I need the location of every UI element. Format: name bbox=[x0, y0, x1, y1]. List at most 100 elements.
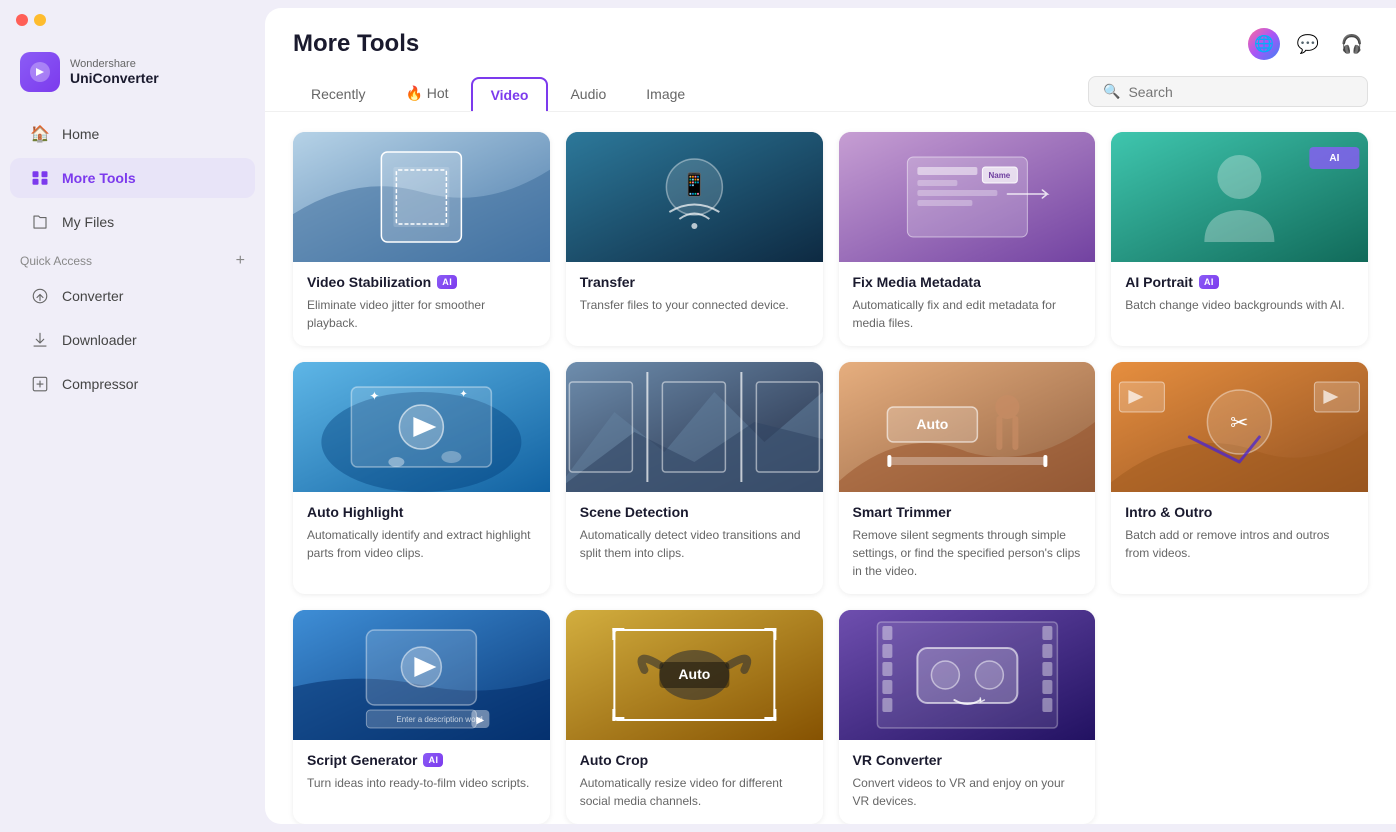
card-body-smart-trimmer: Smart Trimmer Remove silent segments thr… bbox=[839, 492, 1096, 594]
sidebar-item-home[interactable]: 🏠 Home bbox=[10, 114, 255, 154]
card-thumbnail-auto-crop: Auto bbox=[566, 610, 823, 740]
svg-text:✦: ✦ bbox=[369, 389, 379, 403]
card-desc-intro-outro: Batch add or remove intros and outros fr… bbox=[1125, 526, 1354, 562]
titlebar bbox=[0, 0, 265, 40]
search-bar: 🔍 bbox=[1088, 76, 1368, 107]
card-auto-highlight[interactable]: ✦ ✦ Auto Highlight Automatically identif… bbox=[293, 362, 550, 594]
card-thumbnail-smart-trimmer: Auto bbox=[839, 362, 1096, 492]
ai-badge-portrait: AI bbox=[1199, 275, 1219, 289]
files-icon bbox=[30, 212, 50, 232]
traffic-lights bbox=[16, 14, 46, 26]
sidebar-item-my-files[interactable]: My Files bbox=[10, 202, 255, 242]
tab-image[interactable]: Image bbox=[628, 78, 703, 110]
cards-grid: Video Stabilization AI Eliminate video j… bbox=[293, 132, 1368, 824]
card-desc-vr-converter: Convert videos to VR and enjoy on your V… bbox=[853, 774, 1082, 810]
main-header: More Tools 🌐 💬 🎧 bbox=[265, 8, 1396, 60]
svg-text:Auto: Auto bbox=[916, 416, 948, 432]
card-desc-auto-crop: Automatically resize video for different… bbox=[580, 774, 809, 810]
tab-audio[interactable]: Audio bbox=[552, 78, 624, 110]
card-thumbnail-ai-portrait: AI bbox=[1111, 132, 1368, 262]
svg-text:Enter a description word: Enter a description word bbox=[396, 715, 482, 724]
add-quick-access-button[interactable]: + bbox=[236, 252, 245, 270]
card-thumbnail-transfer: 📱 bbox=[566, 132, 823, 262]
card-auto-crop[interactable]: Auto Auto Crop Automatically resize vide… bbox=[566, 610, 823, 824]
sidebar-item-label-converter: Converter bbox=[62, 288, 123, 304]
card-desc-ai-portrait: Batch change video backgrounds with AI. bbox=[1125, 296, 1354, 314]
card-body-vr-converter: VR Converter Convert videos to VR and en… bbox=[839, 740, 1096, 824]
tabs-bar: Recently 🔥 Hot Video Audio Image 🔍 bbox=[265, 60, 1396, 112]
card-smart-trimmer[interactable]: Auto Smart Trimmer Remove silent segment… bbox=[839, 362, 1096, 594]
card-thumbnail-intro-outro: ✂ bbox=[1111, 362, 1368, 492]
svg-text:Auto: Auto bbox=[678, 666, 710, 682]
avatar[interactable]: 🌐 bbox=[1248, 28, 1280, 60]
sidebar: Wondershare UniConverter 🏠 Home More Too… bbox=[0, 0, 265, 832]
card-desc-scene-detection: Automatically detect video transitions a… bbox=[580, 526, 809, 562]
card-title-auto-crop: Auto Crop bbox=[580, 752, 809, 768]
downloader-icon bbox=[30, 330, 50, 350]
card-thumbnail-fix-media-metadata: Name bbox=[839, 132, 1096, 262]
sidebar-item-more-tools[interactable]: More Tools bbox=[10, 158, 255, 198]
card-title-video-stabilization: Video Stabilization AI bbox=[307, 274, 536, 290]
card-scene-detection[interactable]: Scene Detection Automatically detect vid… bbox=[566, 362, 823, 594]
card-intro-outro[interactable]: ✂ Intro & Outro Batch add or remove bbox=[1111, 362, 1368, 594]
card-desc-transfer: Transfer files to your connected device. bbox=[580, 296, 809, 314]
card-desc-script-generator: Turn ideas into ready-to-film video scri… bbox=[307, 774, 536, 792]
tab-recently[interactable]: Recently bbox=[293, 78, 383, 110]
ai-badge: AI bbox=[437, 275, 457, 289]
card-body-video-stabilization: Video Stabilization AI Eliminate video j… bbox=[293, 262, 550, 346]
card-title-transfer: Transfer bbox=[580, 274, 809, 290]
card-video-stabilization[interactable]: Video Stabilization AI Eliminate video j… bbox=[293, 132, 550, 346]
card-body-auto-highlight: Auto Highlight Automatically identify an… bbox=[293, 492, 550, 576]
card-title-smart-trimmer: Smart Trimmer bbox=[853, 504, 1082, 520]
svg-text:📱: 📱 bbox=[680, 172, 707, 197]
card-title-ai-portrait: AI Portrait AI bbox=[1125, 274, 1354, 290]
logo-area: Wondershare UniConverter bbox=[0, 40, 265, 112]
card-body-fix-media-metadata: Fix Media Metadata Automatically fix and… bbox=[839, 262, 1096, 346]
card-vr-converter[interactable]: VR Converter Convert videos to VR and en… bbox=[839, 610, 1096, 824]
card-title-auto-highlight: Auto Highlight bbox=[307, 504, 536, 520]
card-title-script-generator: Script Generator AI bbox=[307, 752, 536, 768]
svg-text:✦: ✦ bbox=[459, 389, 467, 400]
card-body-intro-outro: Intro & Outro Batch add or remove intros… bbox=[1111, 492, 1368, 576]
card-thumbnail-video-stabilization bbox=[293, 132, 550, 262]
chat-button[interactable]: 💬 bbox=[1292, 28, 1324, 60]
logo-text: Wondershare UniConverter bbox=[70, 58, 159, 86]
card-title-scene-detection: Scene Detection bbox=[580, 504, 809, 520]
app-name-label: UniConverter bbox=[70, 70, 159, 86]
close-button[interactable] bbox=[16, 14, 28, 26]
svg-text:✂: ✂ bbox=[1230, 410, 1248, 435]
sidebar-item-label-downloader: Downloader bbox=[62, 332, 137, 348]
sidebar-item-compressor[interactable]: Compressor bbox=[10, 364, 255, 404]
ai-badge-script: AI bbox=[423, 753, 443, 767]
card-transfer[interactable]: 📱 Transfer Transfer files to your connec… bbox=[566, 132, 823, 346]
minimize-button[interactable] bbox=[34, 14, 46, 26]
tools-icon bbox=[30, 168, 50, 188]
card-body-ai-portrait: AI Portrait AI Batch change video backgr… bbox=[1111, 262, 1368, 328]
card-title-vr-converter: VR Converter bbox=[853, 752, 1082, 768]
header-actions: 🌐 💬 🎧 bbox=[1248, 28, 1368, 60]
card-script-generator[interactable]: Enter a description word ▶ Script Genera… bbox=[293, 610, 550, 824]
sidebar-item-label-home: Home bbox=[62, 126, 99, 142]
svg-text:Name: Name bbox=[988, 171, 1010, 180]
headphone-button[interactable]: 🎧 bbox=[1336, 28, 1368, 60]
tab-video[interactable]: Video bbox=[471, 77, 549, 111]
sidebar-item-downloader[interactable]: Downloader bbox=[10, 320, 255, 360]
card-thumbnail-auto-highlight: ✦ ✦ bbox=[293, 362, 550, 492]
card-desc-smart-trimmer: Remove silent segments through simple se… bbox=[853, 526, 1082, 580]
card-fix-media-metadata[interactable]: Name Fix Media Metadata Automatically fi… bbox=[839, 132, 1096, 346]
card-ai-portrait[interactable]: AI AI Portrait AI Batch change video bac… bbox=[1111, 132, 1368, 346]
card-body-script-generator: Script Generator AI Turn ideas into read… bbox=[293, 740, 550, 806]
home-icon: 🏠 bbox=[30, 124, 50, 144]
tab-hot[interactable]: 🔥 Hot bbox=[387, 77, 466, 110]
sidebar-item-converter[interactable]: Converter bbox=[10, 276, 255, 316]
card-desc-fix-media-metadata: Automatically fix and edit metadata for … bbox=[853, 296, 1082, 332]
svg-text:AI: AI bbox=[1330, 153, 1340, 164]
search-input[interactable] bbox=[1128, 84, 1353, 100]
svg-text:▶: ▶ bbox=[477, 715, 485, 726]
card-thumbnail-vr-converter bbox=[839, 610, 1096, 740]
cards-container: Video Stabilization AI Eliminate video j… bbox=[265, 112, 1396, 824]
card-body-transfer: Transfer Transfer files to your connecte… bbox=[566, 262, 823, 328]
search-icon: 🔍 bbox=[1103, 83, 1120, 100]
sidebar-item-label-more-tools: More Tools bbox=[62, 170, 136, 186]
card-desc-video-stabilization: Eliminate video jitter for smoother play… bbox=[307, 296, 536, 332]
